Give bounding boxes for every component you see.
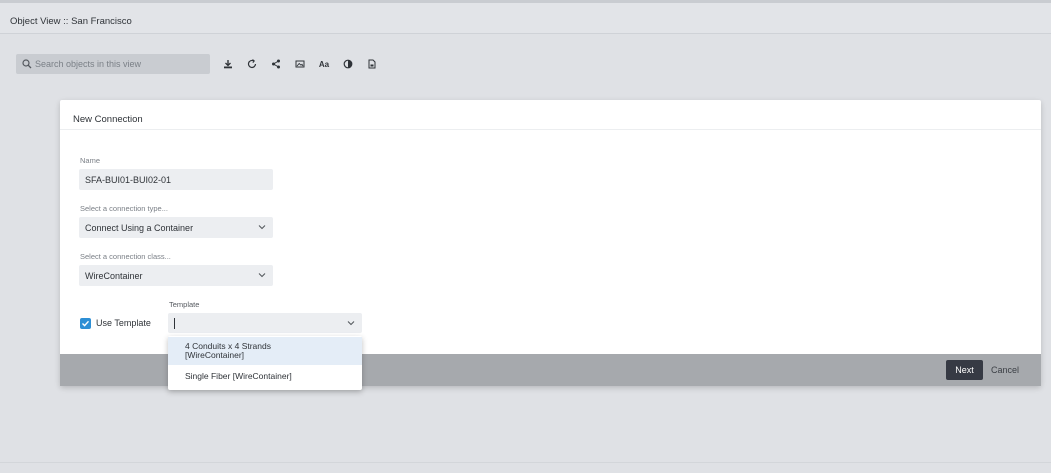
toolbar: Aa: [216, 56, 384, 72]
cancel-button[interactable]: Cancel: [986, 360, 1024, 380]
checkbox-checked-icon[interactable]: [80, 317, 91, 329]
connection-type-value: Connect Using a Container: [85, 223, 194, 233]
chevron-down-icon: [258, 225, 266, 230]
refresh-button[interactable]: [240, 56, 264, 72]
template-option[interactable]: Single Fiber [WireContainer]: [168, 367, 362, 387]
refresh-icon: [247, 59, 257, 69]
template-input[interactable]: [168, 313, 362, 333]
title-bar: Object View :: San Francisco: [0, 3, 1051, 34]
dialog-title: New Connection: [73, 114, 143, 125]
name-value: SFA-BUI01-BUI02-01: [85, 175, 172, 185]
share-icon: [272, 59, 280, 69]
download-icon: [224, 60, 232, 69]
window-title: Object View :: San Francisco: [10, 16, 132, 27]
document-button[interactable]: [360, 56, 384, 72]
name-field[interactable]: SFA-BUI01-BUI02-01: [79, 169, 273, 190]
template-option-label: 4 Conduits x 4 Strands [WireContainer]: [185, 341, 271, 360]
connection-class-select[interactable]: WireContainer: [79, 265, 273, 286]
search-icon: [22, 59, 32, 69]
next-button[interactable]: Next: [946, 360, 983, 380]
connection-type-select[interactable]: Connect Using a Container: [79, 217, 273, 238]
image-icon: [295, 60, 305, 68]
template-option[interactable]: 4 Conduits x 4 Strands [WireContainer]: [168, 337, 362, 365]
connection-class-label: Select a connection class...: [80, 252, 171, 261]
font-button[interactable]: Aa: [312, 56, 336, 72]
search-input[interactable]: [35, 56, 205, 72]
contrast-icon: [343, 59, 353, 69]
bottom-divider: [0, 462, 1051, 463]
connection-class-value: WireContainer: [85, 271, 143, 281]
use-template-checkbox[interactable]: Use Template: [80, 316, 151, 330]
template-label: Template: [169, 300, 200, 309]
dialog-header: New Connection: [60, 100, 1041, 130]
image-export-button[interactable]: [288, 56, 312, 72]
download-button[interactable]: [216, 56, 240, 72]
template-option-label: Single Fiber [WireContainer]: [185, 371, 292, 381]
name-label: Name: [80, 156, 101, 165]
contrast-button[interactable]: [336, 56, 360, 72]
share-button[interactable]: [264, 56, 288, 72]
chevron-down-icon: [347, 321, 355, 326]
chevron-down-icon: [258, 273, 266, 278]
search-box[interactable]: [16, 54, 210, 74]
use-template-label: Use Template: [96, 318, 151, 328]
font-icon: Aa: [318, 59, 330, 69]
template-dropdown: 4 Conduits x 4 Strands [WireContainer] S…: [168, 336, 362, 390]
text-caret: [174, 318, 175, 329]
document-icon: [368, 59, 376, 69]
connection-type-label: Select a connection type...: [80, 204, 168, 213]
